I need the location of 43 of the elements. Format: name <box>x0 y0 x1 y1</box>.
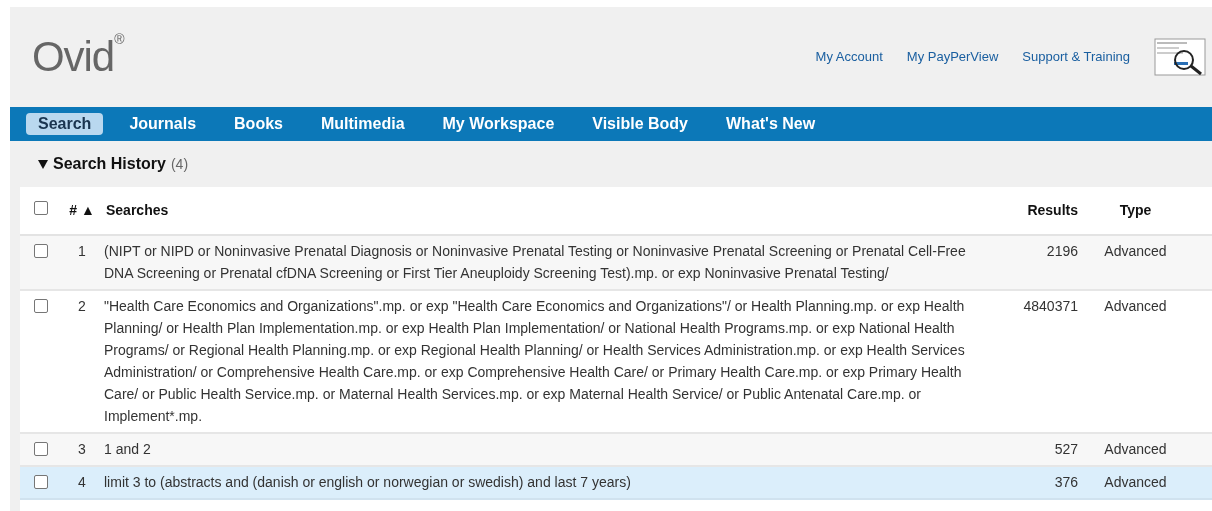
search-type: Advanced <box>1104 441 1167 457</box>
nav-tab[interactable]: What's New <box>714 113 828 135</box>
nav-tab[interactable]: Journals <box>117 113 209 135</box>
column-header[interactable]: Searches <box>106 202 169 218</box>
results-count[interactable]: 4840371 <box>1023 298 1078 314</box>
history-row[interactable] <box>20 236 1212 291</box>
search-query[interactable]: "Health Care Economics and Organizations".mp. or exp "Health Care Economics and Organizations"/ or Health Planning.mp. or exp Health Planning/ or Health Plan Implementation.mp. or exp Health Plan Implementation/ or National Health Programs.mp. or exp National Health Programs/ or Regional Health Planning.mp. or exp Regional Health Planning/ or Health Services Administration.mp. or exp Health Services Administration/ or Comprehensive Health Care.mp. or exp Comprehensive Health Care/ or Primary Health Care.mp. or exp Primary Health Care/ or Public Health Service.mp. or Maternal Health Services.mp. or exp Maternal Health Service/ or Public Antenatal Care.mp. or Implement*.mp. <box>104 295 968 427</box>
row-number: 4 <box>78 473 86 492</box>
checkbox[interactable] <box>34 200 48 215</box>
checkbox[interactable] <box>34 475 48 489</box>
history-row[interactable]: 4 limit 3 to (abstracts and (danish or english or norwegian or swedish) and last 7 years) 376 Advanced <box>20 467 1212 500</box>
header-link[interactable]: My Account <box>815 47 883 67</box>
checkbox[interactable] <box>34 442 48 456</box>
column-header[interactable]: # ▲ <box>69 200 95 221</box>
search-query[interactable]: (NIPT or NIPD or Noninvasive Prenatal Diagnosis or Noninvasive Prenatal Testing or Noninvasive Prenatal Screening or Prenatal Cell-Free DNA Screening or Prenatal cfDNA Screening or First Tier Aneuploidy Screening Test).mp. or exp Noninvasive Prenatal Testing/ <box>104 240 968 284</box>
nav-tab[interactable]: My Workspace <box>430 113 567 135</box>
screen-magnifier-icon[interactable] <box>1154 38 1206 76</box>
history-row[interactable]: 3 1 and 2 527 Advanced <box>20 434 1212 467</box>
nav-tab[interactable]: Multimedia <box>308 113 417 135</box>
header-link[interactable]: My PayPerView <box>906 47 999 67</box>
search-query[interactable]: 1 and 2 <box>104 438 968 460</box>
logo[interactable]: Ovid$^{®}$ <box>32 27 124 87</box>
results-count[interactable]: 376 <box>1054 474 1078 490</box>
section-title[interactable]: Search History <box>53 152 166 176</box>
row-number: 3 <box>78 440 86 459</box>
header-link[interactable]: Support & Training <box>1022 47 1130 67</box>
search-query[interactable]: limit 3 to (abstracts and (danish or english or norwegian or swedish) and last 7 years) <box>104 471 968 493</box>
results-count[interactable]: 527 <box>1054 441 1078 457</box>
results-count[interactable]: 2196 <box>1046 243 1078 259</box>
collapse-triangle-icon[interactable] <box>38 159 48 169</box>
nav-tab[interactable]: Search <box>26 113 104 135</box>
search-type: Advanced <box>1104 474 1167 490</box>
checkbox[interactable] <box>34 299 48 313</box>
section-count: (4) <box>170 154 189 174</box>
column-header[interactable]: Results <box>1027 202 1078 218</box>
checkbox[interactable] <box>34 244 48 258</box>
search-type: Advanced <box>1104 298 1167 314</box>
nav-tab[interactable]: Books <box>222 113 295 135</box>
row-number: 1 <box>78 242 86 261</box>
row-number: 2 <box>78 297 86 316</box>
search-type: Advanced <box>1104 243 1167 259</box>
nav-tab[interactable]: Visible Body <box>580 113 700 135</box>
column-header[interactable]: Type <box>1119 202 1152 218</box>
